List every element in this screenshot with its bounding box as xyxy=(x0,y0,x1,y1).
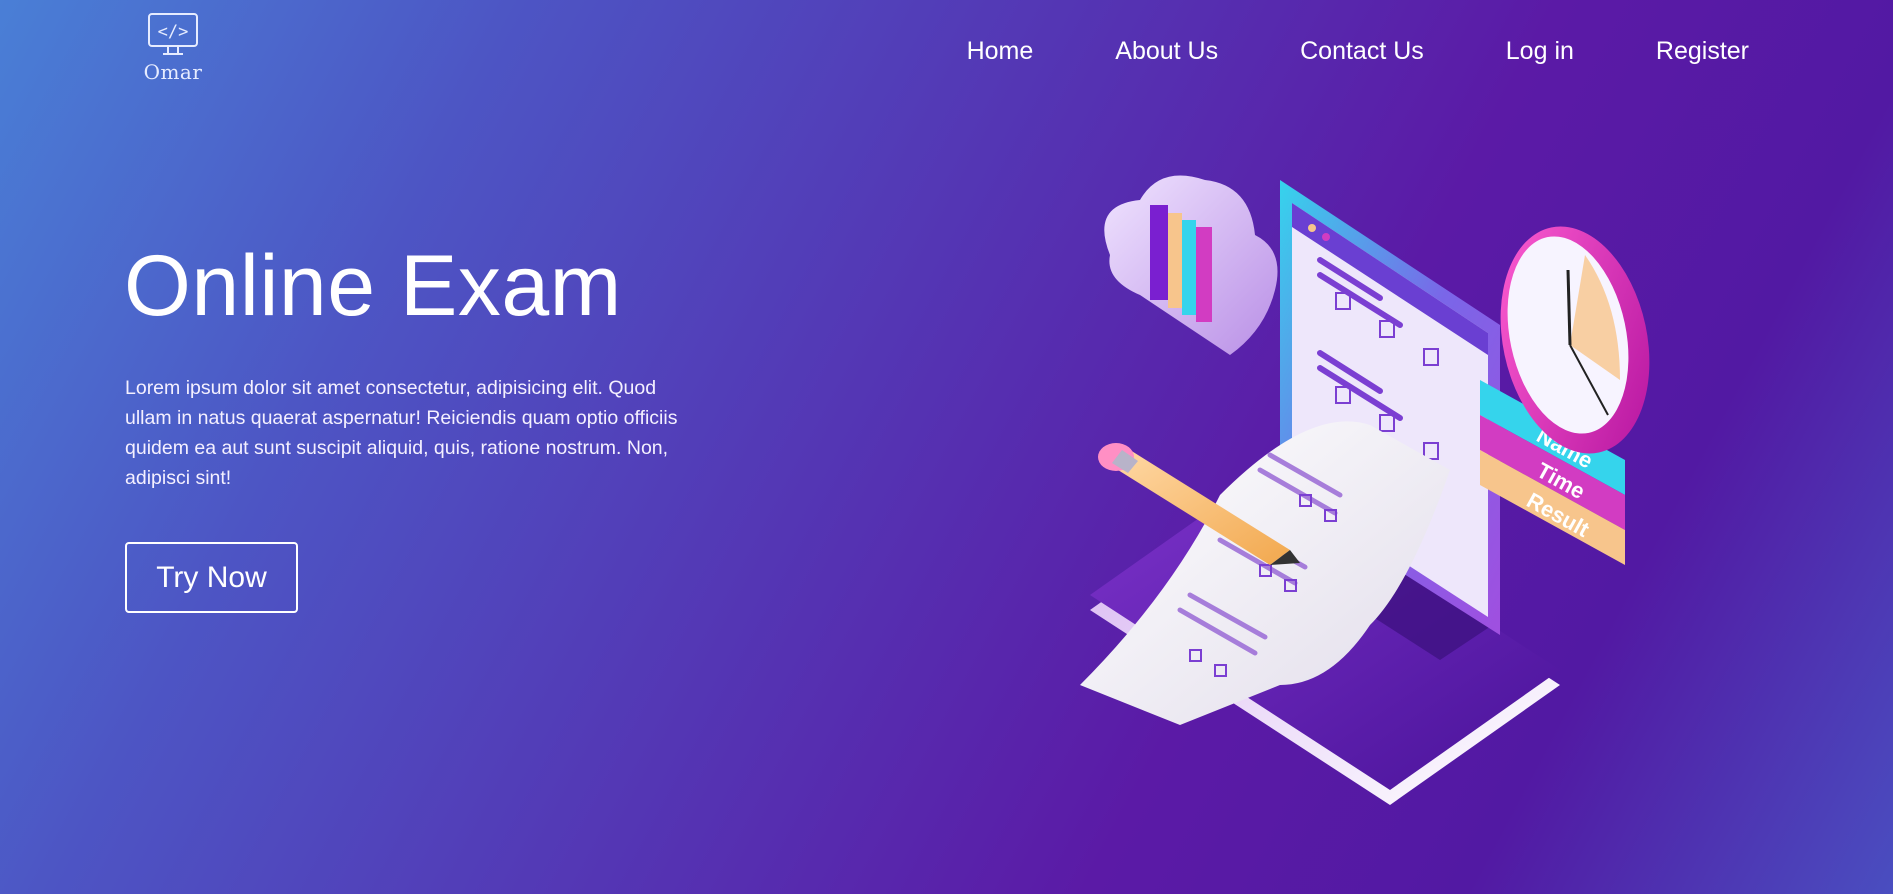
cloud-books-icon xyxy=(1104,175,1278,355)
try-now-button[interactable]: Try Now xyxy=(125,542,298,613)
nav-register[interactable]: Register xyxy=(1656,36,1749,66)
online-exam-illustration: Name Time Result xyxy=(1080,175,1650,805)
nav-about-us[interactable]: About Us xyxy=(1115,36,1218,66)
svg-text:</>: </> xyxy=(158,22,189,42)
nav-log-in[interactable]: Log in xyxy=(1506,36,1574,66)
code-monitor-icon: </> xyxy=(148,13,198,55)
hero-title: Online Exam xyxy=(124,238,622,334)
brand-logo[interactable]: </> Omar xyxy=(140,12,206,90)
hero-description: Lorem ipsum dolor sit amet consectetur, … xyxy=(125,377,678,489)
brand-name: Omar xyxy=(143,60,203,84)
nav-home[interactable]: Home xyxy=(967,36,1034,66)
main-nav: Home About Us Contact Us Log in Register xyxy=(967,36,1749,66)
nav-contact-us[interactable]: Contact Us xyxy=(1300,36,1424,66)
